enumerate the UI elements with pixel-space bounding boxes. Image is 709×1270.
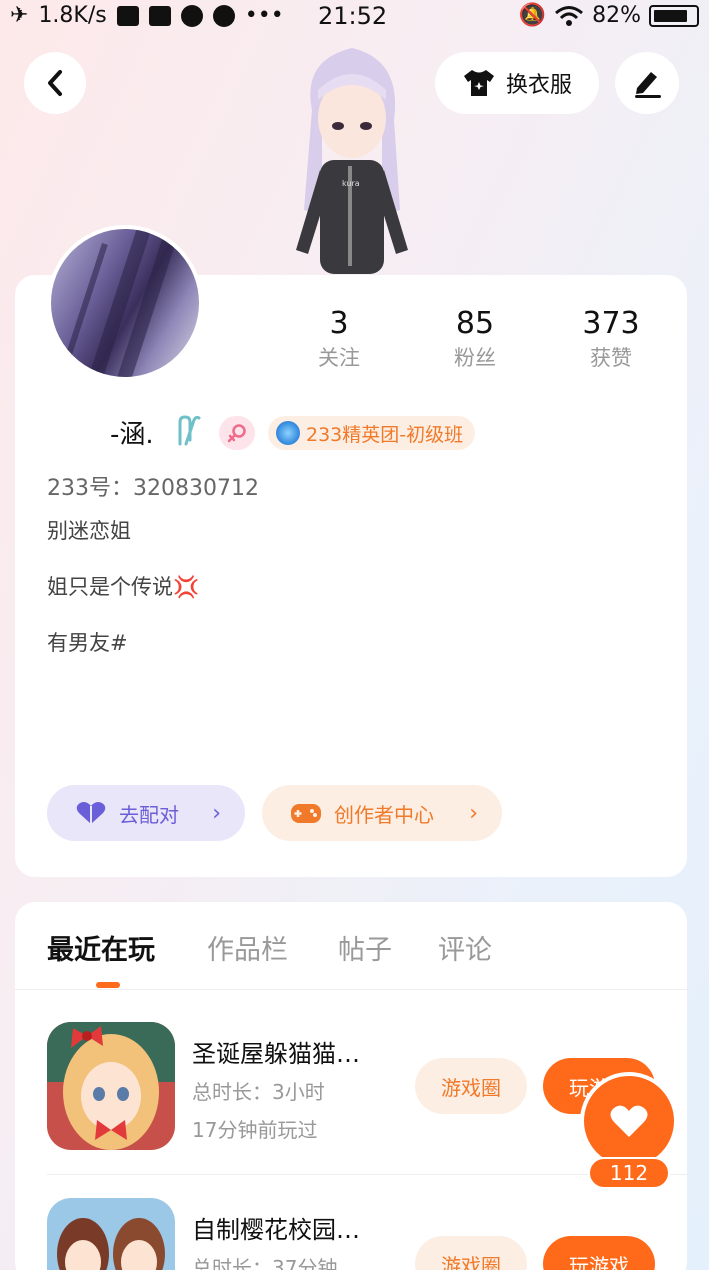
like-count-badge: 112 <box>588 1157 670 1189</box>
back-arrow-icon <box>48 70 62 96</box>
bio-line-2: 姐只是个传说💢 <box>47 575 200 599</box>
clock: 21:52 <box>318 2 388 30</box>
game-duration: 总时长：37分钟 <box>192 1256 338 1270</box>
mute-icon: 🔕 <box>518 3 547 28</box>
pencil-icon <box>635 72 661 98</box>
list-item[interactable]: 圣诞屋躲猫猫… 总时长：3小时 17分钟前玩过 游戏圈 玩游戏 <box>47 1022 667 1152</box>
team-badge[interactable]: 233精英团-初级班 <box>268 416 476 450</box>
tab-comments[interactable]: 评论 <box>438 928 492 967</box>
network-speed: 1.8K/s <box>38 3 107 28</box>
game-title: 圣诞屋躲猫猫… <box>192 1040 360 1068</box>
game-last-played: 17分钟前玩过 <box>192 1118 318 1142</box>
stat-following[interactable]: 3 关注 <box>284 305 394 373</box>
game-duration: 总时长：3小时 <box>192 1080 325 1104</box>
chevron-right-icon: › <box>469 800 478 826</box>
following-label: 关注 <box>318 346 360 370</box>
edit-profile-button[interactable] <box>615 52 679 114</box>
gender-badge <box>219 416 255 450</box>
chevron-right-icon: › <box>212 800 221 826</box>
svg-text:kura: kura <box>342 179 360 188</box>
fans-count: 85 <box>455 306 495 341</box>
tshirt-icon <box>463 70 494 96</box>
battery-percent: 82% <box>592 3 641 28</box>
wifi-icon <box>555 5 584 26</box>
avatar[interactable] <box>47 225 203 381</box>
mail-icon-2 <box>148 5 171 26</box>
tabs-divider <box>15 989 687 990</box>
change-outfit-label: 换衣服 <box>505 73 572 98</box>
list-item[interactable]: 自制樱花校园… 总时长：37分钟 游戏圈 玩游戏 <box>47 1198 667 1270</box>
mail-icon <box>116 5 139 26</box>
team-badge-label: 233精英团-初级班 <box>306 423 464 446</box>
heart-icon <box>610 1105 648 1137</box>
team-emblem-icon <box>276 421 300 445</box>
stat-likes[interactable]: 373 获赞 <box>556 305 666 373</box>
tab-posts[interactable]: 帖子 <box>338 928 392 967</box>
stat-fans[interactable]: 85 粉丝 <box>420 305 530 373</box>
like-button[interactable] <box>580 1072 678 1170</box>
app-notification-icon <box>180 4 203 27</box>
following-count: 3 <box>329 306 349 341</box>
likes-count: 373 <box>582 306 640 341</box>
user-id: 233号：320830712 <box>47 476 259 501</box>
game-circle-button[interactable]: 游戏圈 <box>415 1236 527 1270</box>
game-thumbnail[interactable] <box>47 1198 175 1270</box>
pair-label: 去配对 <box>119 802 179 827</box>
tab-recent-play[interactable]: 最近在玩 <box>47 928 155 967</box>
tab-works[interactable]: 作品栏 <box>207 928 288 967</box>
creator-center-button[interactable]: 创作者中心 › <box>262 785 502 841</box>
status-bar: ✈ 1.8K/s ••• 21:52 🔕 82% <box>0 0 709 32</box>
bio-line-1: 别迷恋姐 <box>47 519 131 543</box>
bio-line-3: 有男友# <box>47 631 128 655</box>
pair-button[interactable]: 去配对 › <box>47 785 245 841</box>
heart-pair-icon <box>76 802 106 824</box>
creator-center-label: 创作者中心 <box>334 802 434 827</box>
likes-label: 获赞 <box>590 346 632 370</box>
more-notifications-icon: ••• <box>244 3 284 28</box>
battery-icon <box>649 4 699 27</box>
cat-notification-icon <box>212 4 235 27</box>
fans-label: 粉丝 <box>454 346 496 370</box>
game-title: 自制樱花校园… <box>192 1216 360 1244</box>
change-outfit-button[interactable]: 换衣服 <box>435 52 599 114</box>
back-button[interactable] <box>24 52 86 114</box>
avatar-character-figure[interactable]: kura <box>282 40 422 276</box>
game-circle-button[interactable]: 游戏圈 <box>415 1058 527 1114</box>
gamepad-icon <box>291 804 321 823</box>
paperclip-icon <box>178 415 201 446</box>
airplane-icon: ✈ <box>10 3 29 28</box>
game-thumbnail[interactable] <box>47 1022 175 1150</box>
active-tab-indicator <box>96 982 120 988</box>
female-icon <box>227 424 246 443</box>
play-game-button[interactable]: 玩游戏 <box>543 1236 655 1270</box>
username: -涵. <box>110 420 154 450</box>
